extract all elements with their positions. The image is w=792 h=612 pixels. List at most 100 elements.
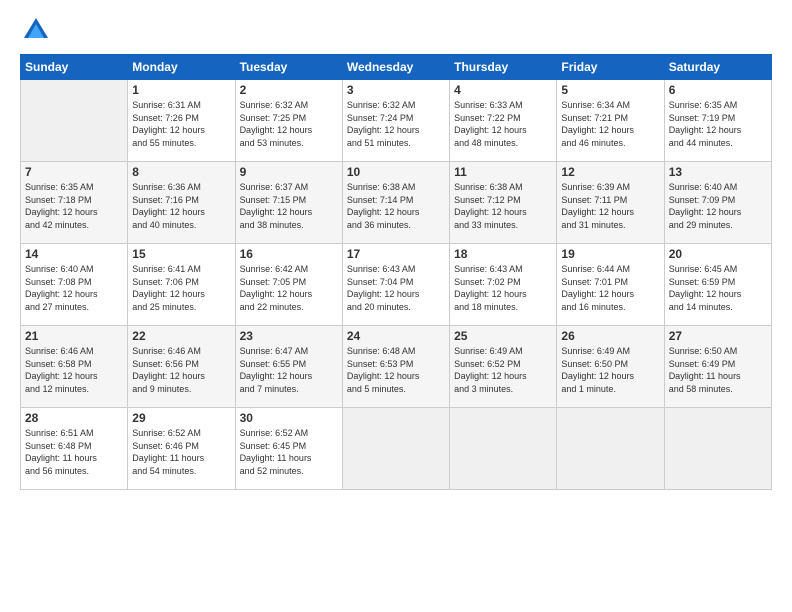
day-number: 8 — [132, 165, 230, 179]
col-header-sunday: Sunday — [21, 55, 128, 80]
calendar-cell: 23 Sunrise: 6:47 AM Sunset: 6:55 PM Dayli… — [235, 326, 342, 408]
day-number: 12 — [561, 165, 659, 179]
day-info: Sunrise: 6:46 AM Sunset: 6:56 PM Dayligh… — [132, 345, 230, 395]
day-info: Sunrise: 6:38 AM Sunset: 7:14 PM Dayligh… — [347, 181, 445, 231]
day-info: Sunrise: 6:31 AM Sunset: 7:26 PM Dayligh… — [132, 99, 230, 149]
day-number: 27 — [669, 329, 767, 343]
day-info: Sunrise: 6:52 AM Sunset: 6:46 PM Dayligh… — [132, 427, 230, 477]
day-info: Sunrise: 6:32 AM Sunset: 7:24 PM Dayligh… — [347, 99, 445, 149]
calendar-cell — [664, 408, 771, 490]
calendar-cell: 12 Sunrise: 6:39 AM Sunset: 7:11 PM Dayli… — [557, 162, 664, 244]
calendar-cell: 24 Sunrise: 6:48 AM Sunset: 6:53 PM Dayli… — [342, 326, 449, 408]
calendar-cell: 2 Sunrise: 6:32 AM Sunset: 7:25 PM Daylig… — [235, 80, 342, 162]
calendar-cell: 3 Sunrise: 6:32 AM Sunset: 7:24 PM Daylig… — [342, 80, 449, 162]
day-number: 29 — [132, 411, 230, 425]
calendar-cell: 14 Sunrise: 6:40 AM Sunset: 7:08 PM Dayli… — [21, 244, 128, 326]
calendar-cell: 8 Sunrise: 6:36 AM Sunset: 7:16 PM Daylig… — [128, 162, 235, 244]
day-info: Sunrise: 6:38 AM Sunset: 7:12 PM Dayligh… — [454, 181, 552, 231]
day-number: 20 — [669, 247, 767, 261]
day-number: 7 — [25, 165, 123, 179]
calendar-cell: 25 Sunrise: 6:49 AM Sunset: 6:52 PM Dayli… — [450, 326, 557, 408]
col-header-wednesday: Wednesday — [342, 55, 449, 80]
day-number: 16 — [240, 247, 338, 261]
day-number: 14 — [25, 247, 123, 261]
calendar-cell: 15 Sunrise: 6:41 AM Sunset: 7:06 PM Dayli… — [128, 244, 235, 326]
calendar-cell: 30 Sunrise: 6:52 AM Sunset: 6:45 PM Dayli… — [235, 408, 342, 490]
day-number: 11 — [454, 165, 552, 179]
calendar-cell: 4 Sunrise: 6:33 AM Sunset: 7:22 PM Daylig… — [450, 80, 557, 162]
calendar-cell: 5 Sunrise: 6:34 AM Sunset: 7:21 PM Daylig… — [557, 80, 664, 162]
calendar-cell: 19 Sunrise: 6:44 AM Sunset: 7:01 PM Dayli… — [557, 244, 664, 326]
day-info: Sunrise: 6:47 AM Sunset: 6:55 PM Dayligh… — [240, 345, 338, 395]
col-header-saturday: Saturday — [664, 55, 771, 80]
calendar-cell: 10 Sunrise: 6:38 AM Sunset: 7:14 PM Dayli… — [342, 162, 449, 244]
day-info: Sunrise: 6:42 AM Sunset: 7:05 PM Dayligh… — [240, 263, 338, 313]
day-info: Sunrise: 6:39 AM Sunset: 7:11 PM Dayligh… — [561, 181, 659, 231]
day-info: Sunrise: 6:35 AM Sunset: 7:18 PM Dayligh… — [25, 181, 123, 231]
col-header-tuesday: Tuesday — [235, 55, 342, 80]
day-number: 9 — [240, 165, 338, 179]
calendar-cell: 27 Sunrise: 6:50 AM Sunset: 6:49 PM Dayli… — [664, 326, 771, 408]
day-info: Sunrise: 6:49 AM Sunset: 6:50 PM Dayligh… — [561, 345, 659, 395]
calendar-cell: 20 Sunrise: 6:45 AM Sunset: 6:59 PM Dayli… — [664, 244, 771, 326]
day-number: 24 — [347, 329, 445, 343]
day-number: 15 — [132, 247, 230, 261]
calendar-cell — [557, 408, 664, 490]
day-info: Sunrise: 6:46 AM Sunset: 6:58 PM Dayligh… — [25, 345, 123, 395]
calendar-cell: 7 Sunrise: 6:35 AM Sunset: 7:18 PM Daylig… — [21, 162, 128, 244]
calendar-cell: 11 Sunrise: 6:38 AM Sunset: 7:12 PM Dayli… — [450, 162, 557, 244]
day-number: 19 — [561, 247, 659, 261]
day-info: Sunrise: 6:52 AM Sunset: 6:45 PM Dayligh… — [240, 427, 338, 477]
calendar-cell: 26 Sunrise: 6:49 AM Sunset: 6:50 PM Dayli… — [557, 326, 664, 408]
day-info: Sunrise: 6:49 AM Sunset: 6:52 PM Dayligh… — [454, 345, 552, 395]
day-number: 6 — [669, 83, 767, 97]
calendar-cell: 1Sunrise: 6:31 AM Sunset: 7:26 PM Daylig… — [128, 80, 235, 162]
day-number: 26 — [561, 329, 659, 343]
day-number: 2 — [240, 83, 338, 97]
day-info: Sunrise: 6:43 AM Sunset: 7:04 PM Dayligh… — [347, 263, 445, 313]
calendar-cell: 9 Sunrise: 6:37 AM Sunset: 7:15 PM Daylig… — [235, 162, 342, 244]
day-info: Sunrise: 6:44 AM Sunset: 7:01 PM Dayligh… — [561, 263, 659, 313]
day-info: Sunrise: 6:32 AM Sunset: 7:25 PM Dayligh… — [240, 99, 338, 149]
col-header-thursday: Thursday — [450, 55, 557, 80]
day-info: Sunrise: 6:33 AM Sunset: 7:22 PM Dayligh… — [454, 99, 552, 149]
calendar-cell: 18Sunrise: 6:43 AM Sunset: 7:02 PM Dayli… — [450, 244, 557, 326]
day-info: Sunrise: 6:40 AM Sunset: 7:09 PM Dayligh… — [669, 181, 767, 231]
col-header-monday: Monday — [128, 55, 235, 80]
day-number: 17 — [347, 247, 445, 261]
day-info: Sunrise: 6:41 AM Sunset: 7:06 PM Dayligh… — [132, 263, 230, 313]
day-number: 21 — [25, 329, 123, 343]
day-number: 5 — [561, 83, 659, 97]
calendar-cell: 22 Sunrise: 6:46 AM Sunset: 6:56 PM Dayli… — [128, 326, 235, 408]
day-info: Sunrise: 6:34 AM Sunset: 7:21 PM Dayligh… — [561, 99, 659, 149]
day-number: 18 — [454, 247, 552, 261]
logo-icon — [22, 16, 50, 44]
day-info: Sunrise: 6:40 AM Sunset: 7:08 PM Dayligh… — [25, 263, 123, 313]
calendar-cell — [450, 408, 557, 490]
calendar-cell — [21, 80, 128, 162]
calendar-cell: 16 Sunrise: 6:42 AM Sunset: 7:05 PM Dayli… — [235, 244, 342, 326]
logo — [20, 16, 50, 44]
day-info: Sunrise: 6:48 AM Sunset: 6:53 PM Dayligh… — [347, 345, 445, 395]
day-number: 28 — [25, 411, 123, 425]
day-number: 25 — [454, 329, 552, 343]
day-number: 23 — [240, 329, 338, 343]
day-number: 22 — [132, 329, 230, 343]
day-info: Sunrise: 6:50 AM Sunset: 6:49 PM Dayligh… — [669, 345, 767, 395]
day-number: 30 — [240, 411, 338, 425]
day-info: Sunrise: 6:37 AM Sunset: 7:15 PM Dayligh… — [240, 181, 338, 231]
day-number: 3 — [347, 83, 445, 97]
col-header-friday: Friday — [557, 55, 664, 80]
calendar-cell: 28Sunrise: 6:51 AM Sunset: 6:48 PM Dayli… — [21, 408, 128, 490]
calendar-table: SundayMondayTuesdayWednesdayThursdayFrid… — [20, 54, 772, 490]
calendar-cell: 21 Sunrise: 6:46 AM Sunset: 6:58 PM Dayli… — [21, 326, 128, 408]
day-number: 13 — [669, 165, 767, 179]
calendar-cell: 13 Sunrise: 6:40 AM Sunset: 7:09 PM Dayli… — [664, 162, 771, 244]
calendar-cell: 17 Sunrise: 6:43 AM Sunset: 7:04 PM Dayli… — [342, 244, 449, 326]
calendar-cell: 6Sunrise: 6:35 AM Sunset: 7:19 PM Daylig… — [664, 80, 771, 162]
day-info: Sunrise: 6:36 AM Sunset: 7:16 PM Dayligh… — [132, 181, 230, 231]
day-number: 4 — [454, 83, 552, 97]
day-info: Sunrise: 6:45 AM Sunset: 6:59 PM Dayligh… — [669, 263, 767, 313]
day-number: 10 — [347, 165, 445, 179]
header — [20, 16, 772, 44]
